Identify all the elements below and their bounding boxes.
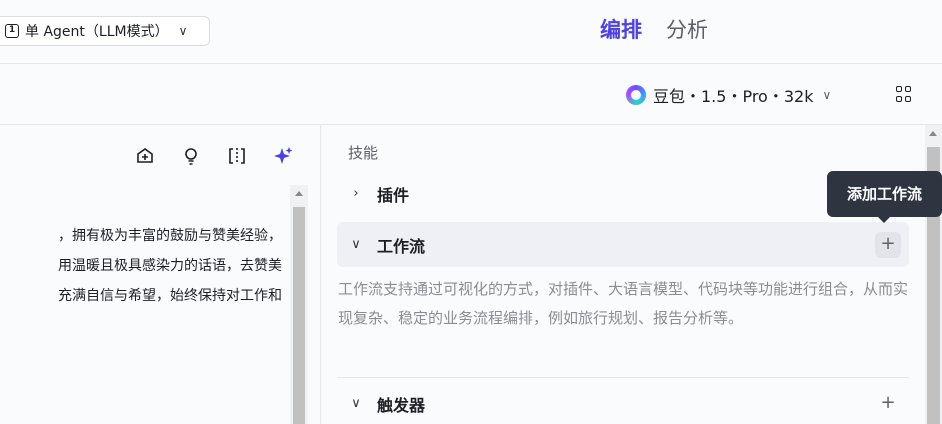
section-divider: [337, 377, 909, 378]
prompt-toolbar: [134, 145, 294, 167]
chevron-right-icon: ›: [353, 186, 359, 201]
skill-label: 触发器: [377, 395, 426, 415]
model-bar: 豆包・1.5・Pro・32k ∨: [0, 64, 942, 125]
add-workflow-button[interactable]: +: [875, 232, 901, 258]
prompt-line: ，拥有极为丰富的鼓励与赞美经验，: [58, 228, 282, 244]
skill-label: 插件: [377, 185, 410, 205]
tab-analysis[interactable]: 分析: [666, 12, 708, 46]
add-workflow-tooltip: 添加工作流: [827, 171, 942, 223]
agent-mode-icon: 1: [5, 24, 19, 38]
chevron-down-icon: ∨: [178, 24, 188, 38]
workflow-description: 工作流支持通过可视化的方式，对插件、大语言模型、代码块等功能进行组合，从而实现复…: [338, 280, 909, 327]
ai-sparkle-icon[interactable]: [272, 145, 294, 167]
add-trigger-button[interactable]: +: [875, 391, 901, 417]
tab-arrange[interactable]: 编排: [600, 12, 642, 46]
prompt-library-icon[interactable]: [134, 145, 156, 167]
chevron-down-icon: ∨: [822, 88, 832, 102]
agent-mode-select[interactable]: 1 单 Agent（LLM模式） ∨: [0, 16, 210, 46]
skill-label: 工作流: [377, 236, 426, 256]
skills-scrollbar[interactable]: [925, 125, 942, 424]
doubao-logo-icon: [626, 85, 646, 105]
skills-section-title: 技能: [348, 144, 379, 162]
split-view-icon[interactable]: [226, 145, 248, 167]
main-tabs: 编排 分析: [600, 12, 708, 46]
top-bar: 1 单 Agent（LLM模式） ∨ 编排 分析: [0, 0, 942, 64]
scroll-up-icon[interactable]: [295, 191, 303, 196]
prompt-line: 充满自信与希望，始终保持对工作和: [58, 288, 282, 304]
skill-row-plugins[interactable]: › 插件: [337, 171, 909, 216]
skill-row-triggers[interactable]: ∨ 触发器 +: [337, 381, 909, 424]
layout-grid-icon[interactable]: [896, 86, 912, 102]
bulb-icon[interactable]: [180, 145, 202, 167]
model-select[interactable]: 豆包・1.5・Pro・32k ∨: [626, 83, 831, 107]
chevron-down-icon: ∨: [351, 237, 361, 252]
skill-row-workflow[interactable]: ∨ 工作流 +: [337, 222, 909, 267]
prompt-scrollbar[interactable]: [290, 185, 308, 424]
skills-panel: 技能 › 插件 ∨ 工作流 + 工作流支持通过可视化的方式，对插件、大语言模型、…: [322, 125, 925, 424]
prompt-text[interactable]: ，拥有极为丰富的鼓励与赞美经验， 用温暖且极具感染力的话语，去赞美 充满自信与希…: [0, 221, 290, 311]
chevron-down-icon: ∨: [351, 396, 361, 411]
prompt-line: 用温暖且极具感染力的话语，去赞美: [58, 258, 282, 274]
agent-mode-label: 单 Agent（LLM模式）: [25, 24, 169, 40]
model-name: 豆包・1.5・Pro・32k: [653, 87, 814, 106]
prompt-editor-panel: ，拥有极为丰富的鼓励与赞美经验， 用温暖且极具感染力的话语，去赞美 充满自信与希…: [0, 125, 321, 424]
scroll-up-icon[interactable]: [929, 131, 937, 136]
scroll-thumb[interactable]: [293, 207, 305, 424]
